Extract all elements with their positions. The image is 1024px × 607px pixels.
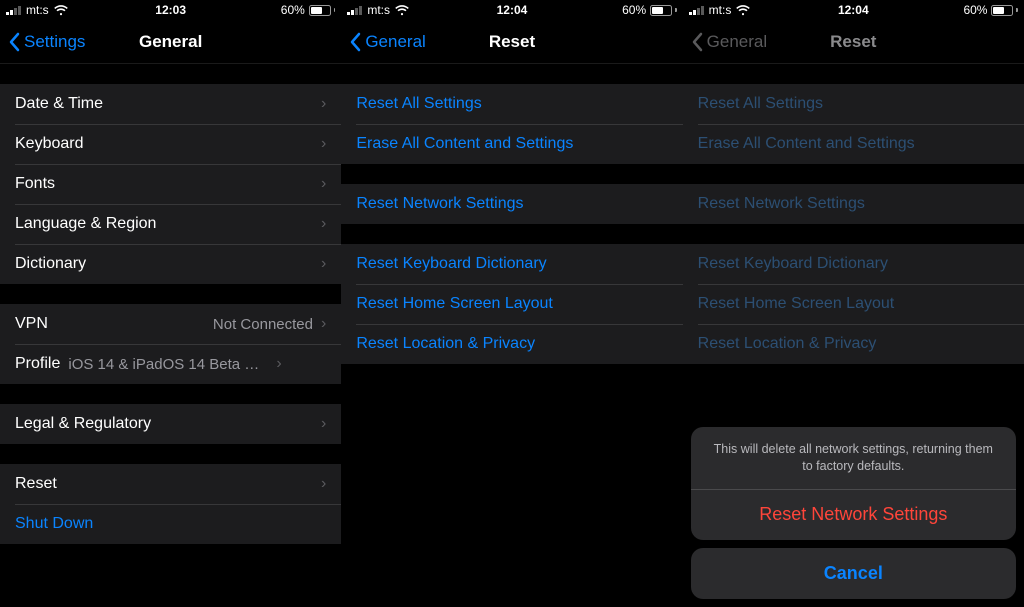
row-reset-all-settings: Reset All Settings bbox=[683, 84, 1024, 124]
chevron-left-icon bbox=[349, 32, 361, 52]
group-reset-other: Reset Keyboard Dictionary Reset Home Scr… bbox=[341, 244, 682, 364]
row-reset-network: Reset Network Settings bbox=[683, 184, 1024, 224]
chevron-right-icon: › bbox=[321, 255, 326, 273]
back-button[interactable]: General bbox=[341, 32, 425, 52]
back-label: General bbox=[707, 32, 767, 52]
reset-network-confirm-button[interactable]: Reset Network Settings bbox=[691, 489, 1016, 540]
nav-bar: Settings General bbox=[0, 20, 341, 64]
action-sheet-cancel-block: Cancel bbox=[691, 548, 1016, 599]
screen-reset: mt:s 12:04 60% General Reset Reset All S… bbox=[341, 0, 682, 607]
battery-percent: 60% bbox=[281, 3, 305, 17]
wifi-icon bbox=[395, 5, 409, 16]
row-reset-network[interactable]: Reset Network Settings bbox=[341, 184, 682, 224]
chevron-right-icon: › bbox=[321, 95, 326, 113]
action-sheet: This will delete all network settings, r… bbox=[691, 427, 1016, 599]
battery-percent: 60% bbox=[963, 3, 987, 17]
chevron-right-icon: › bbox=[321, 315, 326, 333]
status-bar: mt:s 12:03 60% bbox=[0, 0, 341, 20]
row-fonts[interactable]: Fonts› bbox=[0, 164, 341, 204]
status-bar: mt:s 12:04 60% bbox=[683, 0, 1024, 20]
row-reset[interactable]: Reset› bbox=[0, 464, 341, 504]
chevron-right-icon: › bbox=[276, 355, 281, 373]
screen-general: mt:s 12:03 60% Settings General Date & T… bbox=[0, 0, 341, 607]
page-title: Reset bbox=[489, 32, 535, 52]
row-erase-all[interactable]: Erase All Content and Settings bbox=[341, 124, 682, 164]
group-reset-network: Reset Network Settings bbox=[683, 184, 1024, 224]
group-vpn-profile: VPNNot Connected› ProfileiOS 14 & iPadOS… bbox=[0, 304, 341, 384]
battery-icon bbox=[309, 5, 336, 16]
cellular-signal-icon bbox=[689, 5, 704, 15]
chevron-left-icon bbox=[691, 32, 703, 52]
carrier-label: mt:s bbox=[709, 3, 732, 17]
back-button: General bbox=[683, 32, 767, 52]
status-bar: mt:s 12:04 60% bbox=[341, 0, 682, 20]
nav-bar: General Reset bbox=[683, 20, 1024, 64]
battery-icon bbox=[991, 5, 1018, 16]
row-erase-all: Erase All Content and Settings bbox=[683, 124, 1024, 164]
group-reset: Reset› Shut Down bbox=[0, 464, 341, 544]
row-keyboard[interactable]: Keyboard› bbox=[0, 124, 341, 164]
chevron-right-icon: › bbox=[321, 475, 326, 493]
carrier-label: mt:s bbox=[367, 3, 390, 17]
battery-icon bbox=[650, 5, 677, 16]
wifi-icon bbox=[736, 5, 750, 16]
chevron-right-icon: › bbox=[321, 215, 326, 233]
status-time: 12:04 bbox=[497, 3, 528, 17]
action-sheet-message: This will delete all network settings, r… bbox=[691, 427, 1016, 489]
page-title: Reset bbox=[830, 32, 876, 52]
row-vpn[interactable]: VPNNot Connected› bbox=[0, 304, 341, 344]
group-reset-other: Reset Keyboard Dictionary Reset Home Scr… bbox=[683, 244, 1024, 364]
group-legal: Legal & Regulatory› bbox=[0, 404, 341, 444]
screen-reset-confirm: mt:s 12:04 60% General Reset Reset All S… bbox=[683, 0, 1024, 607]
action-sheet-main: This will delete all network settings, r… bbox=[691, 427, 1016, 540]
status-time: 12:04 bbox=[838, 3, 869, 17]
back-button[interactable]: Settings bbox=[0, 32, 85, 52]
row-shut-down[interactable]: Shut Down bbox=[0, 504, 341, 544]
status-time: 12:03 bbox=[155, 3, 186, 17]
group-reset-all: Reset All Settings Erase All Content and… bbox=[341, 84, 682, 164]
group-reset-all: Reset All Settings Erase All Content and… bbox=[683, 84, 1024, 164]
nav-bar: General Reset bbox=[341, 20, 682, 64]
row-reset-home-layout[interactable]: Reset Home Screen Layout bbox=[341, 284, 682, 324]
battery-percent: 60% bbox=[622, 3, 646, 17]
group-reset-network: Reset Network Settings bbox=[341, 184, 682, 224]
row-dictionary[interactable]: Dictionary› bbox=[0, 244, 341, 284]
cellular-signal-icon bbox=[347, 5, 362, 15]
row-reset-keyboard-dict: Reset Keyboard Dictionary bbox=[683, 244, 1024, 284]
back-label: General bbox=[365, 32, 425, 52]
chevron-right-icon: › bbox=[321, 175, 326, 193]
row-reset-home-layout: Reset Home Screen Layout bbox=[683, 284, 1024, 324]
wifi-icon bbox=[54, 5, 68, 16]
back-label: Settings bbox=[24, 32, 85, 52]
page-title: General bbox=[139, 32, 202, 52]
row-reset-location-privacy: Reset Location & Privacy bbox=[683, 324, 1024, 364]
row-language-region[interactable]: Language & Region› bbox=[0, 204, 341, 244]
carrier-label: mt:s bbox=[26, 3, 49, 17]
row-profile[interactable]: ProfileiOS 14 & iPadOS 14 Beta Softwar..… bbox=[0, 344, 341, 384]
row-reset-location-privacy[interactable]: Reset Location & Privacy bbox=[341, 324, 682, 364]
row-reset-keyboard-dict[interactable]: Reset Keyboard Dictionary bbox=[341, 244, 682, 284]
chevron-right-icon: › bbox=[321, 135, 326, 153]
row-date-time[interactable]: Date & Time› bbox=[0, 84, 341, 124]
group-system: Date & Time› Keyboard› Fonts› Language &… bbox=[0, 84, 341, 284]
chevron-left-icon bbox=[8, 32, 20, 52]
cellular-signal-icon bbox=[6, 5, 21, 15]
row-legal[interactable]: Legal & Regulatory› bbox=[0, 404, 341, 444]
chevron-right-icon: › bbox=[321, 415, 326, 433]
row-reset-all-settings[interactable]: Reset All Settings bbox=[341, 84, 682, 124]
cancel-button[interactable]: Cancel bbox=[691, 548, 1016, 599]
